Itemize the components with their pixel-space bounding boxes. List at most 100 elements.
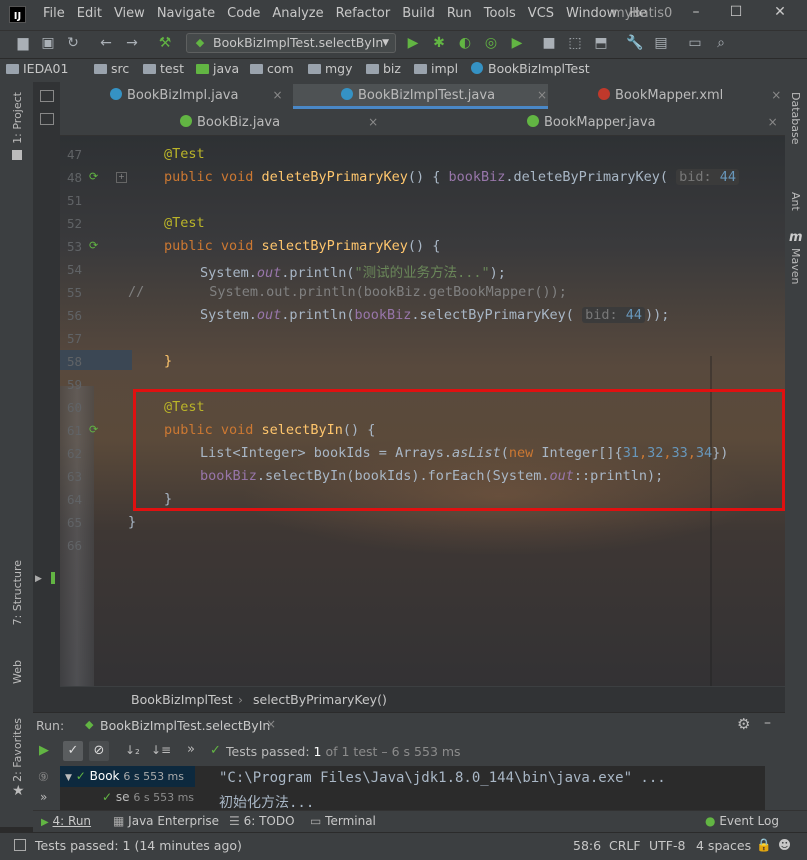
line-number: 55 bbox=[66, 285, 82, 300]
file-encoding[interactable]: UTF-8 bbox=[649, 838, 685, 853]
status-message[interactable]: Tests passed: 1 (14 minutes ago) bbox=[35, 838, 242, 853]
menu-edit[interactable]: Edit bbox=[77, 6, 102, 21]
show-ignored-toggle[interactable]: ⊘ bbox=[89, 741, 109, 761]
tab-bookbiz[interactable]: BookBiz.java × bbox=[180, 115, 378, 130]
caret-position[interactable]: 58:6 bbox=[573, 838, 601, 853]
fold-icon[interactable]: + bbox=[116, 172, 127, 183]
sort-duration-icon[interactable]: ↓≡ bbox=[151, 743, 171, 757]
rerun-icon[interactable]: ▶ bbox=[39, 743, 49, 758]
menu-file[interactable]: File bbox=[43, 6, 65, 21]
forward-icon[interactable]: → bbox=[123, 34, 141, 52]
menu-analyze[interactable]: Analyze bbox=[272, 6, 323, 21]
tab-todo[interactable]: ☰ 6: TODO bbox=[229, 814, 295, 828]
back-icon[interactable]: ← bbox=[97, 34, 115, 52]
structure-tool-tab[interactable]: 7: Structure bbox=[11, 560, 24, 625]
tab-java-enterprise[interactable]: ▦ Java Enterprise bbox=[113, 814, 219, 828]
crumb-mgy[interactable]: mgy bbox=[308, 61, 353, 76]
run-icon[interactable]: ▶ bbox=[404, 34, 422, 52]
ant-tool-tab[interactable]: Ant bbox=[789, 192, 802, 211]
breadcrumb-class[interactable]: BookBizImplTest bbox=[131, 692, 233, 707]
test-tree-row[interactable]: ✓ se 6 s 553 ms bbox=[102, 790, 194, 804]
close-icon[interactable]: × bbox=[368, 115, 378, 129]
coverage-icon[interactable]: ◐ bbox=[456, 34, 474, 52]
menu-window[interactable]: Window bbox=[566, 6, 617, 21]
menu-tools[interactable]: Tools bbox=[484, 6, 516, 21]
menu-run[interactable]: Run bbox=[447, 6, 472, 21]
run-panel-header: Run: ◆ BookBizImplTest.selectByIn × ⚙ – bbox=[33, 712, 785, 738]
stop-icon[interactable]: ■ bbox=[540, 34, 558, 52]
expand-arrow-icon[interactable]: ▶ bbox=[35, 574, 42, 584]
tab-terminal[interactable]: ▭ Terminal bbox=[310, 814, 376, 828]
close-icon[interactable]: × bbox=[771, 88, 781, 102]
favorites-tool-tab[interactable]: 2: Favorites bbox=[11, 718, 24, 782]
close-icon[interactable]: × bbox=[768, 115, 778, 129]
close-button[interactable]: ✕ bbox=[770, 4, 790, 24]
vcs-update-icon[interactable]: ⬚ bbox=[566, 34, 584, 52]
close-icon[interactable]: × bbox=[537, 88, 547, 102]
web-tool-tab[interactable]: Web bbox=[11, 660, 24, 684]
open-icon[interactable]: ▆ bbox=[14, 34, 32, 52]
crumb-class[interactable]: BookBizImplTest bbox=[471, 61, 590, 76]
structure-icon[interactable]: ▤ bbox=[652, 34, 670, 52]
more-chevron-icon[interactable]: » bbox=[40, 790, 47, 804]
search-icon[interactable]: ⌕ bbox=[712, 34, 730, 52]
project-view-icon[interactable] bbox=[40, 90, 54, 102]
crumb-project[interactable]: IEDA01 bbox=[6, 61, 68, 76]
minimize-button[interactable]: – bbox=[686, 4, 706, 24]
crumb-biz[interactable]: biz bbox=[366, 61, 401, 76]
run-config-tab[interactable]: BookBizImplTest.selectByIn bbox=[100, 718, 270, 733]
console-output[interactable]: "C:\Program Files\Java\jdk1.8.0_144\bin\… bbox=[205, 766, 785, 811]
wrench-icon[interactable]: 🔧 bbox=[626, 34, 644, 52]
menu-refactor[interactable]: Refactor bbox=[336, 6, 391, 21]
menu-build[interactable]: Build bbox=[402, 6, 435, 21]
crumb-impl[interactable]: impl bbox=[414, 61, 458, 76]
run-config-selector[interactable]: BookBizImplTest.selectByIn ▼ bbox=[186, 33, 396, 53]
test-tree-row[interactable]: ▼ ✓ Book 6 s 553 ms bbox=[65, 769, 184, 783]
crumb-java[interactable]: java bbox=[196, 61, 239, 76]
save-icon[interactable]: ▣ bbox=[39, 34, 57, 52]
toggle-tool-windows-icon[interactable] bbox=[14, 839, 26, 851]
tab-run[interactable]: ▶ 4: Run bbox=[41, 814, 91, 828]
run-test-icon[interactable]: ⟳ bbox=[89, 170, 102, 183]
more-chevron-icon[interactable]: » bbox=[187, 742, 195, 757]
lock-icon[interactable]: 🔒 bbox=[756, 837, 772, 853]
crumb-com[interactable]: com bbox=[250, 61, 294, 76]
editor-breadcrumb: BookBizImplTest › selectByPrimaryKey() bbox=[60, 686, 785, 712]
minimize-panel-icon[interactable]: – bbox=[764, 715, 771, 731]
crumb-src[interactable]: src bbox=[94, 61, 129, 76]
tab-bookmapper-java[interactable]: BookMapper.java × bbox=[527, 115, 778, 130]
menu-vcs[interactable]: VCS bbox=[528, 6, 554, 21]
maximize-button[interactable]: ☐ bbox=[726, 4, 746, 24]
tab-bookbizimpl[interactable]: BookBizImpl.java × bbox=[110, 88, 283, 103]
terminal-icon[interactable]: ▭ bbox=[686, 34, 704, 52]
attach-icon[interactable]: ▶ bbox=[508, 34, 526, 52]
indent-setting[interactable]: 4 spaces bbox=[696, 838, 751, 853]
run-test-icon[interactable]: ⟳ bbox=[89, 423, 102, 436]
tab-event-log[interactable]: ● Event Log bbox=[705, 814, 779, 828]
project-tool-tab[interactable]: 1: Project bbox=[11, 92, 24, 144]
project-view-icon[interactable] bbox=[40, 113, 54, 125]
sort-alpha-icon[interactable]: ↓₂ bbox=[125, 743, 140, 757]
commit-icon[interactable]: ⬒ bbox=[592, 34, 610, 52]
build-icon[interactable]: ⚒ bbox=[156, 34, 174, 52]
close-icon[interactable]: × bbox=[266, 717, 276, 731]
history-icon[interactable]: ⑨ bbox=[38, 770, 49, 784]
show-passed-toggle[interactable]: ✓ bbox=[63, 741, 83, 761]
breadcrumb-method[interactable]: selectByPrimaryKey() bbox=[253, 692, 387, 707]
tab-bookbizimpltest[interactable]: BookBizImplTest.java × bbox=[293, 84, 548, 109]
gear-icon[interactable]: ⚙ bbox=[737, 715, 750, 733]
database-tool-tab[interactable]: Database bbox=[789, 92, 802, 145]
sync-icon[interactable]: ↻ bbox=[64, 34, 82, 52]
close-icon[interactable]: × bbox=[272, 88, 282, 102]
menu-code[interactable]: Code bbox=[227, 6, 260, 21]
tab-bookmapper-xml[interactable]: BookMapper.xml × bbox=[598, 88, 781, 103]
maven-tool-tab[interactable]: Maven bbox=[789, 248, 802, 284]
crumb-test[interactable]: test bbox=[143, 61, 184, 76]
profile-icon[interactable]: ◎ bbox=[482, 34, 500, 52]
line-separator[interactable]: CRLF bbox=[609, 838, 641, 853]
debug-icon[interactable]: ✱ bbox=[430, 34, 448, 52]
inspector-icon[interactable]: ☻ bbox=[778, 837, 791, 852]
run-test-icon[interactable]: ⟳ bbox=[89, 239, 102, 252]
menu-view[interactable]: View bbox=[114, 6, 145, 21]
menu-navigate[interactable]: Navigate bbox=[157, 6, 215, 21]
